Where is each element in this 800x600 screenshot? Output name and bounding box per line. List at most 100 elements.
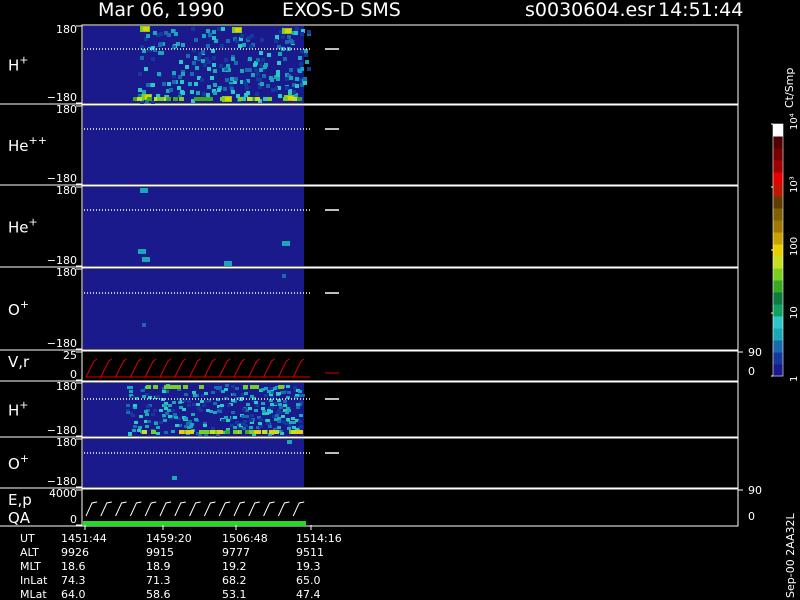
heatmap-cell: [157, 72, 161, 76]
heatmap-cell: [182, 408, 186, 411]
colorbar-swatch: [773, 292, 783, 305]
panel-frame: [81, 488, 739, 527]
right-label-bottom: 0: [748, 365, 755, 378]
panel-label-sup: +: [29, 216, 38, 229]
heatmap-cell: [219, 407, 223, 410]
panel-label-sup: ++: [29, 134, 47, 147]
heatmap-cell: [134, 421, 138, 424]
heatmap-cell: [274, 39, 278, 43]
heatmap-cell: [169, 88, 173, 92]
heatmap-cell: [226, 419, 230, 422]
heatmap-cell: [217, 430, 222, 434]
side-label: Sep-00 2AA32L: [784, 512, 797, 598]
heatmap-cell: [263, 65, 267, 69]
ephemeris-value: 9511: [296, 546, 324, 559]
heatmap-cell: [192, 61, 196, 65]
heatmap-cell: [188, 82, 192, 86]
heatmap-cell: [225, 78, 229, 82]
panel-label: He++: [8, 134, 47, 155]
heatmap-cell: [274, 430, 279, 434]
heatmap-cell: [260, 82, 264, 86]
ephemeris-value: 47.4: [296, 588, 321, 600]
ep-step: [277, 501, 290, 517]
y-label-top: 4000: [49, 487, 77, 500]
heatmap-cell: [132, 429, 136, 432]
heatmap-cell: [194, 97, 199, 101]
heatmap-cell: [213, 91, 217, 95]
heatmap-cell: [287, 440, 292, 444]
heatmap-cell: [247, 97, 252, 101]
heatmap-cell: [154, 422, 158, 425]
heatmap-cell: [266, 419, 270, 422]
heatmap-cell: [245, 86, 249, 90]
heatmap-cell: [200, 78, 204, 82]
heatmap-cell: [292, 97, 297, 101]
ephemeris-value: 74.3: [61, 574, 86, 587]
y-label-top: 180: [56, 436, 77, 449]
heatmap-cell: [251, 73, 255, 77]
heatmap-cell: [172, 476, 177, 480]
heatmap-cell: [193, 394, 197, 397]
colorbar-swatch: [773, 148, 783, 161]
colorbar-swatch: [773, 244, 783, 257]
heatmap-cell: [221, 27, 225, 31]
heatmap-cell: [196, 91, 200, 95]
heatmap-cell: [242, 43, 246, 47]
heatmap-cell: [285, 40, 289, 44]
heatmap-cell: [202, 34, 206, 38]
heatmap-cell: [255, 404, 259, 407]
heatmap-cell: [245, 68, 249, 72]
ep-step: [144, 501, 157, 517]
heatmap-cell: [171, 430, 175, 433]
heatmap-cell: [200, 400, 204, 403]
heatmap-cell: [240, 69, 244, 73]
heatmap-cell: [297, 97, 302, 101]
heatmap-cell: [179, 97, 184, 101]
heatmap-cell: [139, 415, 143, 418]
heatmap-cell: [298, 430, 303, 434]
heatmap-cell: [296, 403, 300, 406]
heatmap-cell: [283, 404, 287, 407]
colorbar-swatch: [773, 124, 783, 137]
heatmap-cell: [227, 404, 231, 407]
heatmap-cell: [142, 323, 146, 327]
y-label-top: 180: [56, 266, 77, 279]
heatmap-cell: [175, 424, 179, 427]
heatmap-cell: [201, 59, 205, 63]
heatmap-cell: [253, 63, 257, 67]
heatmap-cell: [213, 402, 217, 405]
heatmap-cell: [285, 77, 289, 81]
heatmap-cell: [142, 430, 147, 434]
heatmap-cell: [165, 412, 169, 415]
heatmap-cell: [145, 413, 149, 416]
heatmap-cell: [275, 414, 279, 417]
heatmap-cell: [217, 27, 221, 31]
heatmap-cell: [274, 87, 278, 91]
colorbar-swatch: [773, 304, 783, 317]
vr-sawtooth: [159, 358, 172, 378]
heatmap-cell: [303, 77, 307, 81]
heatmap-cell: [183, 385, 188, 389]
heatmap-cell: [173, 413, 177, 416]
heatmap-cell: [181, 72, 185, 76]
ephemeris-value: 18.9: [146, 560, 171, 573]
heatmap-cell: [267, 53, 271, 57]
vr-sawtooth: [233, 358, 246, 378]
panel-label-sup: +: [20, 298, 29, 311]
heatmap-cell: [146, 385, 151, 389]
heatmap-cell: [187, 404, 191, 407]
heatmap-cell: [235, 28, 241, 32]
heatmap-cell: [224, 58, 228, 62]
panel-label: He+: [8, 216, 38, 237]
heatmap-cell: [282, 241, 290, 246]
heatmap-cell: [142, 395, 146, 398]
heatmap-cell: [269, 76, 273, 80]
heatmap-cell: [153, 385, 158, 389]
heatmap-cell: [265, 412, 269, 415]
vr-sawtooth: [248, 358, 261, 378]
heatmap-cell: [172, 80, 176, 84]
heatmap-cell: [218, 410, 222, 413]
vr-sawtooth: [263, 358, 275, 378]
vr-sawtooth: [292, 358, 305, 378]
heatmap-cell: [296, 406, 300, 409]
